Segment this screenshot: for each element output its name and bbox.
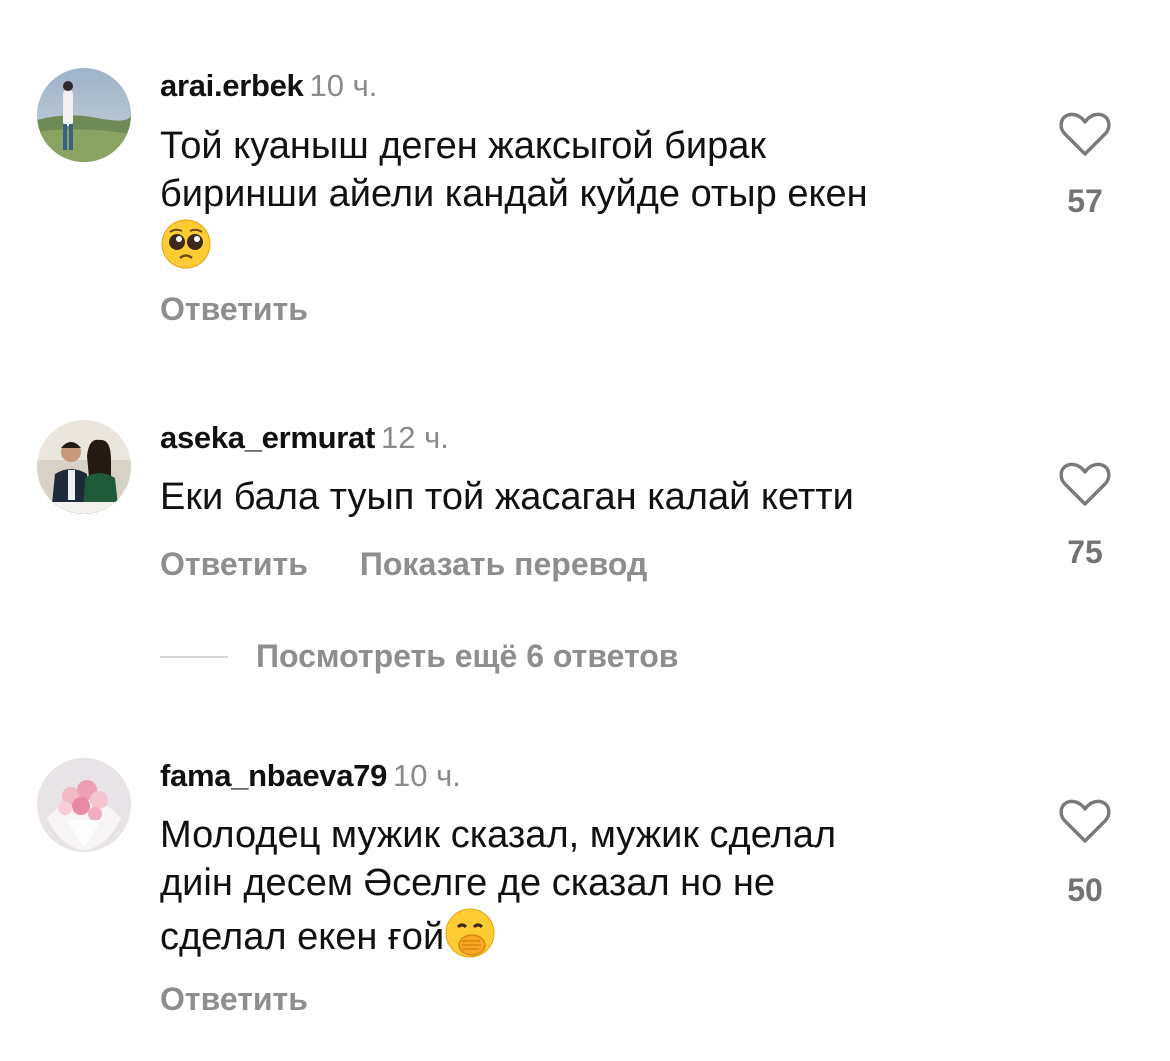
username[interactable]: arai.erbek — [160, 68, 304, 103]
avatar[interactable] — [37, 68, 131, 162]
view-replies-row: Посмотреть ещё 6 ответов — [160, 638, 678, 675]
comment-meta: fama_nbaeva79 10 ч. — [160, 758, 461, 794]
comment-line: диін десем Әселге де сказал но не — [160, 862, 775, 904]
comment-actions: Ответить Показать перевод — [160, 546, 699, 583]
heart-icon[interactable] — [1058, 110, 1112, 158]
timestamp: 10 ч. — [393, 758, 461, 793]
like-count: 57 — [1067, 183, 1103, 219]
pleading-face-emoji-icon — [160, 218, 212, 270]
username[interactable]: fama_nbaeva79 — [160, 758, 387, 793]
comment-line — [160, 218, 1020, 272]
view-replies-button[interactable]: Посмотреть ещё 6 ответов — [256, 638, 678, 674]
face-with-hand-over-mouth-emoji-icon — [444, 907, 496, 959]
comment-meta: aseka_ermurat 12 ч. — [160, 420, 449, 456]
timestamp: 12 ч. — [380, 420, 449, 455]
username[interactable]: aseka_ermurat — [160, 420, 375, 455]
comment-line: Той куаныш деген жаксыгой бирак — [160, 125, 767, 167]
comment-text: Молодец мужик сказал, мужик сделал диін … — [160, 811, 1020, 961]
comment-line-text: сделал екен ғой — [160, 916, 445, 958]
like-count: 75 — [1067, 534, 1103, 570]
like-count: 50 — [1067, 872, 1103, 908]
heart-icon[interactable] — [1058, 460, 1112, 508]
comment-text: Той куаныш деген жаксыгой бирак биринши … — [160, 122, 1020, 272]
comment-line: Еки бала туып той жасаган калай кетти — [160, 476, 854, 518]
comment-line: Молодец мужик сказал, мужик сделал — [160, 814, 837, 856]
like-control — [1058, 460, 1112, 508]
comment-actions: Ответить — [160, 981, 360, 1018]
like-control — [1058, 797, 1112, 845]
comment-actions: Ответить — [160, 291, 360, 328]
avatar[interactable] — [37, 758, 131, 852]
comment-line: биринши айели кандай куйде отыр екен — [160, 173, 868, 215]
comment-line: сделал екен ғой — [160, 907, 1020, 961]
heart-icon[interactable] — [1058, 797, 1112, 845]
reply-button[interactable]: Ответить — [160, 546, 308, 583]
like-control — [1058, 110, 1112, 158]
comment-text: Еки бала туып той жасаган калай кетти — [160, 473, 1020, 521]
reply-button[interactable]: Ответить — [160, 981, 308, 1018]
show-translation-button[interactable]: Показать перевод — [360, 546, 647, 583]
reply-button[interactable]: Ответить — [160, 291, 308, 328]
avatar[interactable] — [37, 420, 131, 514]
timestamp: 10 ч. — [309, 68, 378, 103]
comment-meta: arai.erbek 10 ч. — [160, 68, 377, 104]
replies-divider — [160, 655, 228, 658]
